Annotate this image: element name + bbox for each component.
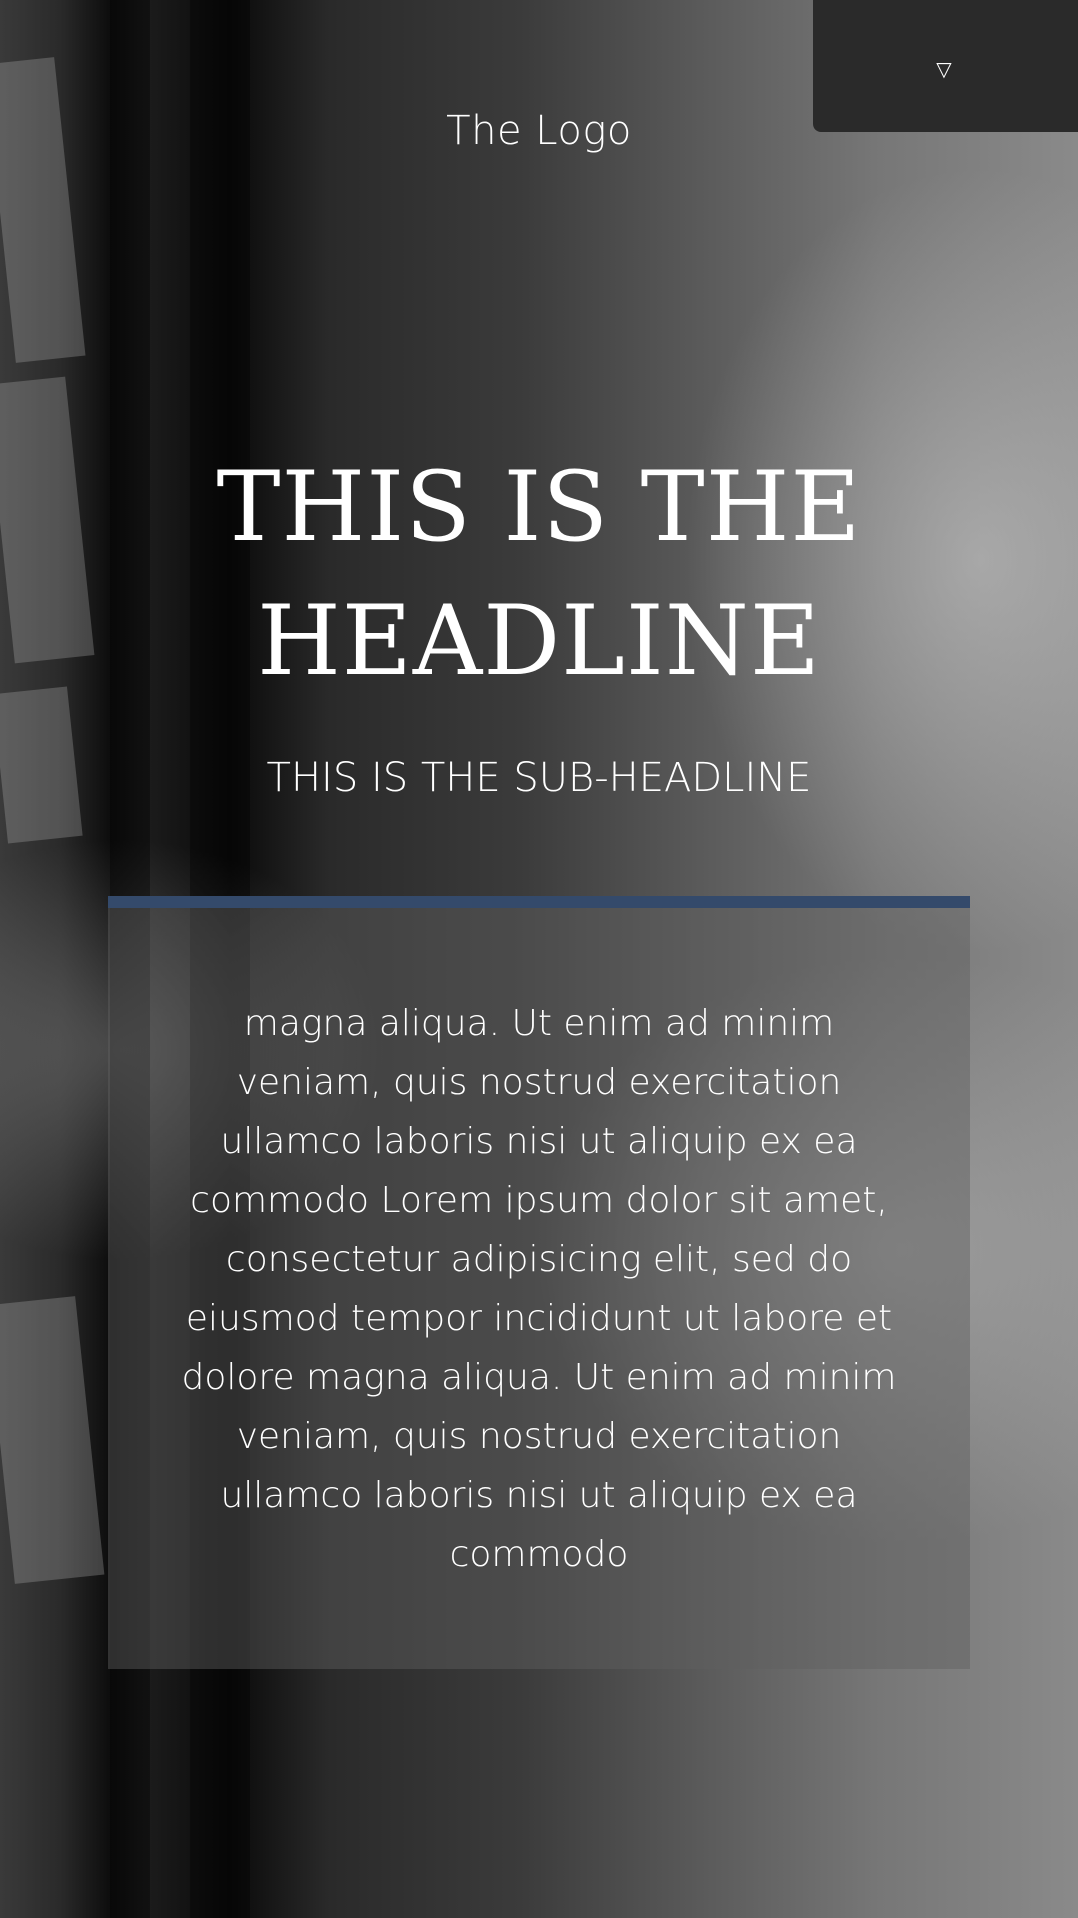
triangle-down-icon[interactable]: ▽ [933,57,955,81]
background-sticky-note [0,1296,105,1584]
page-headline: THIS IS THE HEADLINE [216,451,862,697]
background-sticky-note [0,57,86,363]
content-card: magna aliqua. Ut enim ad minim veniam, q… [108,896,970,1669]
logo[interactable]: The Logo [0,108,1078,154]
hero-page: ▽ The Logo THIS IS THE HEADLINE THIS IS … [0,0,1078,1918]
card-body-text: magna aliqua. Ut enim ad minim veniam, q… [181,1003,897,1575]
background-sticky-note [0,376,95,664]
card-accent-bar [108,896,970,908]
page-subheadline: THIS IS THE SUB-HEADLINE [266,755,812,801]
